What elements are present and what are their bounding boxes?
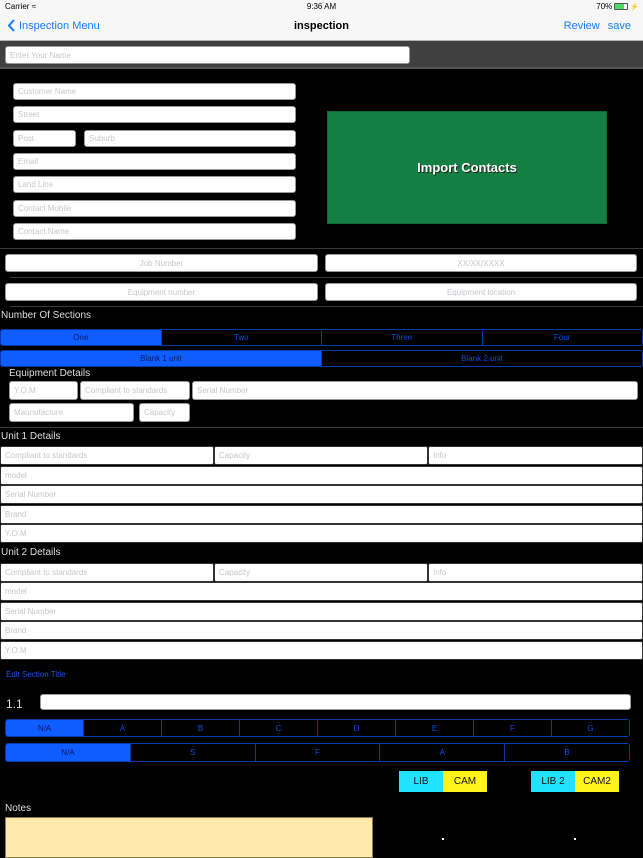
review-button[interactable]: Review <box>564 20 600 32</box>
charging-icon: ⚡ <box>630 3 639 11</box>
segment-status-s[interactable]: S <box>129 744 255 761</box>
notes-label: Notes <box>5 803 32 814</box>
unit1-model-input[interactable]: model <box>0 466 643 485</box>
segment-grade-na[interactable]: N/A <box>6 720 83 736</box>
unit2-model-input[interactable]: model <box>0 582 643 601</box>
unit1-serial-number-input[interactable]: Serial Number <box>0 485 643 504</box>
equipment-manufacture-input[interactable]: Maunufacture <box>9 403 134 422</box>
number-of-sections-label: Number Of Sections <box>1 310 92 321</box>
unit-1-details-label: Unit 1 Details <box>1 431 61 442</box>
segment-blank-2-unit[interactable]: Blank 2 unit <box>321 351 642 366</box>
lib-2-button[interactable]: LIB 2 <box>531 771 575 792</box>
segment-grade-f[interactable]: F <box>473 720 551 736</box>
segment-status-na[interactable]: N/A <box>6 744 130 761</box>
equipment-location-input[interactable]: Equipment location <box>325 283 637 301</box>
equipment-serial-number-input[interactable]: Serial Number <box>192 381 638 400</box>
segment-grade-g[interactable]: G <box>551 720 629 736</box>
status-segmented-control: N/A S F A B <box>5 743 630 762</box>
segment-sections-three[interactable]: Three <box>321 330 482 345</box>
segment-grade-c[interactable]: C <box>239 720 317 736</box>
segment-blank-1-unit[interactable]: Blank 1 unit <box>1 351 321 366</box>
unit1-compliant-input[interactable]: Compliant to standards <box>0 446 214 465</box>
divider <box>0 427 643 428</box>
status-bar: Carrier ≈ 9:36 AM 70% ⚡ <box>0 0 643 14</box>
divider <box>10 277 643 278</box>
segment-sections-one[interactable]: One <box>1 330 161 345</box>
segment-sections-two[interactable]: Two <box>160 330 321 345</box>
divider <box>10 306 643 307</box>
notes-textarea[interactable] <box>5 817 373 858</box>
segment-grade-b[interactable]: B <box>161 720 239 736</box>
segment-status-f[interactable]: F <box>254 744 380 761</box>
unit2-brand-input[interactable]: Brand <box>0 621 643 640</box>
segment-grade-d[interactable]: D <box>317 720 395 736</box>
save-button[interactable]: save <box>608 20 631 32</box>
navigation-bar: Inspection Menu inspection Review save <box>0 14 643 41</box>
image-placeholder-2 <box>574 838 576 840</box>
units-segmented-control: Blank 1 unit Blank 2 unit <box>0 350 643 367</box>
equipment-compliant-input[interactable]: Compliant to standards <box>80 381 190 400</box>
divider <box>0 248 643 249</box>
battery-icon <box>614 3 629 10</box>
unit1-info-input[interactable]: Info <box>428 446 643 465</box>
cam-button[interactable]: CAM <box>443 771 487 792</box>
enter-name-input[interactable]: Enter Your Name <box>5 46 410 64</box>
import-contacts-button[interactable]: Import Contacts <box>327 111 607 224</box>
post-input[interactable]: Post <box>13 130 76 147</box>
segment-sections-four[interactable]: Four <box>481 330 642 345</box>
street-input[interactable]: Street <box>13 106 296 123</box>
cam2-button[interactable]: CAM2 <box>575 771 619 792</box>
equipment-details-label: Equipment Details <box>9 368 91 379</box>
image-placeholder-1 <box>442 838 444 840</box>
unit1-brand-input[interactable]: Brand <box>0 505 643 524</box>
unit1-yom-input[interactable]: Y.O.M <box>0 524 643 543</box>
segment-grade-a[interactable]: A <box>83 720 161 736</box>
unit2-capacity-input[interactable]: Capacity <box>214 563 428 582</box>
section-item-title-input[interactable] <box>40 694 631 710</box>
sections-segmented-control: One Two Three Four <box>0 329 643 346</box>
equipment-capacity-input[interactable]: Capacity <box>139 403 190 422</box>
battery-percent: 70% <box>596 2 613 11</box>
page-title: inspection <box>293 20 349 32</box>
email-input[interactable]: Email <box>13 153 296 170</box>
equipment-yom-input[interactable]: Y.O.M <box>9 381 78 400</box>
customer-name-input[interactable]: Customer Name <box>13 83 296 100</box>
unit2-yom-input[interactable]: Y.O.M <box>0 641 643 660</box>
date-input[interactable]: XX/XX/XXXX <box>325 254 637 272</box>
unit1-capacity-input[interactable]: Capacity <box>214 446 428 465</box>
lib-button[interactable]: LIB <box>399 771 443 792</box>
equipment-number-input[interactable]: Equipment number <box>5 283 318 301</box>
unit2-info-input[interactable]: Info <box>428 563 643 582</box>
suburb-input[interactable]: Suburb <box>84 130 296 147</box>
name-bar: Enter Your Name <box>0 41 643 69</box>
grade-segmented-control: N/A A B C D E F G <box>5 719 630 737</box>
unit2-serial-number-input[interactable]: Serial Number <box>0 602 643 621</box>
section-item-number: 1.1 <box>6 697 23 711</box>
battery-indicator: 70% ⚡ <box>596 2 639 11</box>
contact-name-input[interactable]: Contact Name <box>13 223 296 240</box>
segment-grade-e[interactable]: E <box>395 720 473 736</box>
segment-status-b[interactable]: B <box>504 744 629 761</box>
status-time: 9:36 AM <box>306 2 337 11</box>
land-line-input[interactable]: Land Line <box>13 176 296 193</box>
edit-section-title-link[interactable]: Edit Section Title <box>6 670 66 679</box>
unit2-compliant-input[interactable]: Compliant to standards <box>0 563 214 582</box>
job-number-input[interactable]: Job Number <box>5 254 318 272</box>
segment-status-a[interactable]: A <box>379 744 505 761</box>
unit-2-details-label: Unit 2 Details <box>1 547 61 558</box>
contact-mobile-input[interactable]: Contact Mobile <box>13 200 296 217</box>
